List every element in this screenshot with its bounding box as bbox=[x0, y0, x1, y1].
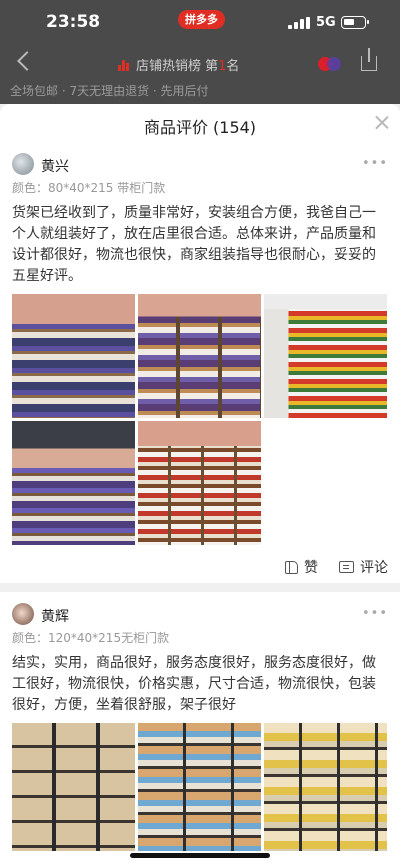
avatar[interactable] bbox=[12, 153, 34, 175]
mastercard-icon bbox=[318, 57, 342, 71]
close-icon[interactable] bbox=[375, 115, 389, 129]
review-photo[interactable] bbox=[138, 421, 261, 545]
status-time: 23:58 bbox=[46, 12, 101, 32]
review-photos bbox=[12, 294, 388, 545]
review-user-row: 黄兴 ••• bbox=[12, 142, 388, 176]
network-label: 5G bbox=[316, 15, 336, 30]
review-separator bbox=[0, 583, 400, 592]
rank-icon bbox=[118, 60, 130, 71]
review-user-row: 黄辉 ••• bbox=[12, 592, 388, 626]
review-photo[interactable] bbox=[12, 723, 135, 851]
more-icon[interactable]: ••• bbox=[362, 156, 388, 171]
review-photo[interactable] bbox=[138, 723, 261, 851]
avatar[interactable] bbox=[12, 603, 34, 625]
review-card: 黄兴 ••• 颜色：80*40*215 带柜门款 货架已经收到了，质量非常好，安… bbox=[0, 142, 400, 583]
review-photo[interactable] bbox=[12, 294, 135, 418]
more-icon[interactable]: ••• bbox=[362, 606, 388, 621]
user-name: 黄兴 bbox=[41, 159, 69, 175]
review-card: 黄辉 ••• 颜色：120*40*215无柜门款 结实，实用，商品很好，服务态度… bbox=[0, 592, 400, 851]
reviews-sheet: 商品评价 (154) 黄兴 ••• 颜色：80*40*215 带柜门款 货架已经… bbox=[0, 104, 400, 865]
comment-label: 评论 bbox=[360, 560, 388, 576]
sheet-header: 商品评价 (154) bbox=[0, 104, 400, 142]
spec-label: 颜色：80*40*215 带柜门款 bbox=[12, 181, 166, 195]
spec-label: 颜色：120*40*215无柜门款 bbox=[12, 631, 170, 645]
review-photos bbox=[12, 723, 388, 851]
review-photo[interactable] bbox=[138, 294, 261, 418]
review-text: 货架已经收到了，质量非常好，安装组合方便，我爸自己一个人就组装好了，放在店里很合… bbox=[12, 205, 376, 284]
battery-icon bbox=[341, 16, 369, 29]
review-photo[interactable] bbox=[12, 421, 135, 545]
sheet-title: 商品评价 (154) bbox=[143, 118, 257, 137]
review-photo[interactable] bbox=[264, 723, 387, 851]
promo-strip: 全场包邮 · 7天无理由退货 · 先用后付 bbox=[10, 84, 209, 98]
rank-suffix: 名 bbox=[226, 59, 240, 74]
comment-icon bbox=[339, 561, 354, 573]
rank-prefix: 店铺热销榜 第 bbox=[136, 59, 219, 74]
back-icon[interactable] bbox=[17, 51, 37, 71]
like-icon bbox=[285, 561, 298, 574]
user-name: 黄辉 bbox=[41, 609, 69, 625]
nav-bar: 店铺热销榜 第1名 bbox=[0, 46, 400, 80]
background-page: 23:58 拼多多 5G 店铺热销榜 第1名 全场包邮 · 7天无理由退货 · … bbox=[0, 0, 400, 104]
like-button[interactable]: 赞 bbox=[285, 557, 318, 577]
share-icon[interactable] bbox=[361, 48, 377, 71]
review-text: 结实，实用，商品很好，服务态度很好，服务态度很好，做工很好，物流很快，价格实惠，… bbox=[12, 655, 376, 713]
status-bar: 23:58 拼多多 5G bbox=[0, 0, 400, 46]
like-label: 赞 bbox=[304, 560, 318, 576]
home-indicator bbox=[130, 853, 270, 858]
comment-button[interactable]: 评论 bbox=[339, 557, 388, 577]
review-actions: 赞 评论 bbox=[12, 549, 388, 583]
app-badge: 拼多多 bbox=[178, 10, 225, 29]
review-photo[interactable] bbox=[264, 294, 387, 418]
shop-rank-link[interactable]: 店铺热销榜 第1名 bbox=[118, 55, 239, 74]
signal-icon bbox=[288, 17, 310, 29]
